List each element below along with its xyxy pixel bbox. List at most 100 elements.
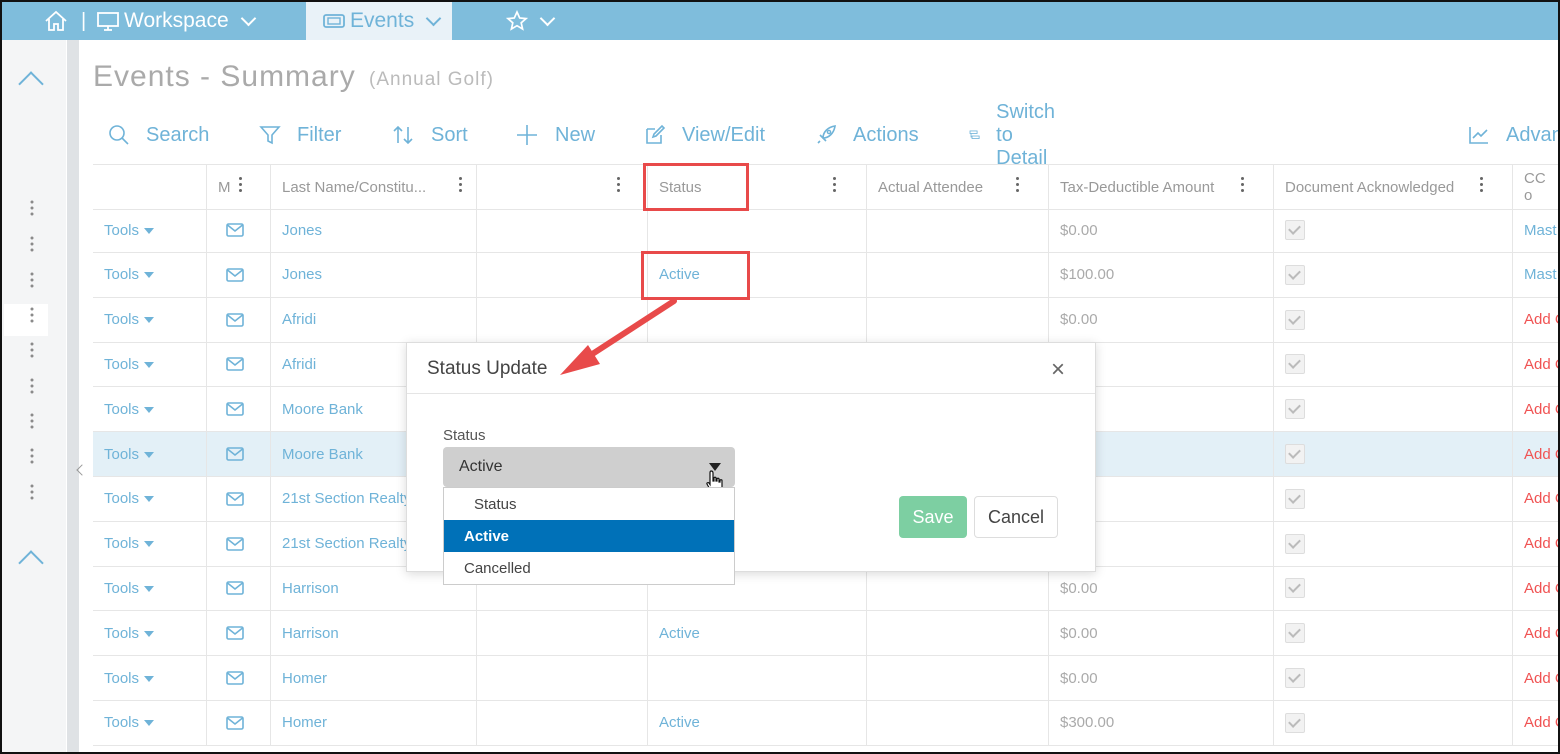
cc-cell[interactable]: Mast	[1512, 208, 1558, 252]
header-blank[interactable]	[476, 165, 647, 209]
search-button[interactable]: Search	[108, 118, 209, 152]
status-cell[interactable]: Active	[647, 611, 866, 656]
sort-button[interactable]: Sort	[391, 118, 468, 152]
column-menu-icon[interactable]	[1480, 177, 1483, 195]
tools-dropdown[interactable]: Tools	[104, 356, 154, 373]
cc-cell[interactable]: Add C	[1512, 611, 1558, 656]
table-row[interactable]: Tools Homer $0.00 Add C	[93, 656, 1558, 701]
switch-detail-button[interactable]: Switch to Detail	[969, 101, 1066, 169]
new-button[interactable]: New	[515, 118, 595, 152]
cc-cell[interactable]: Add C	[1512, 476, 1558, 521]
status-option-cancelled[interactable]: Cancelled	[444, 552, 734, 584]
checkbox-icon[interactable]	[1285, 623, 1305, 644]
cc-cell[interactable]: Mast	[1512, 252, 1558, 297]
envelope-icon[interactable]	[226, 671, 244, 685]
view-edit-button[interactable]: View/Edit	[644, 118, 765, 152]
constituent-link[interactable]: Harrison	[282, 580, 339, 597]
cc-cell[interactable]: Add C	[1512, 297, 1558, 342]
constituent-link[interactable]: Afridi	[282, 356, 316, 373]
envelope-icon[interactable]	[226, 491, 244, 506]
last-name-cell[interactable]: Afridi	[270, 297, 476, 342]
cc-cell[interactable]: Add C	[1512, 566, 1558, 611]
table-row[interactable]: Tools Homer Active $300.00 Add C	[93, 700, 1558, 746]
table-row[interactable]: Tools Jones $0.00 Mast	[93, 208, 1558, 253]
header-last-name[interactable]: Last Name/Constitu...	[270, 165, 476, 209]
tools-dropdown[interactable]: Tools	[104, 401, 154, 418]
actions-button[interactable]: Actions	[815, 118, 919, 152]
favorites-menu[interactable]	[506, 2, 556, 40]
table-row[interactable]: Tools Harrison Active $0.00 Add C	[93, 611, 1558, 657]
header-actual-attendee[interactable]: Actual Attendee	[866, 165, 1048, 209]
tools-dropdown[interactable]: Tools	[104, 670, 154, 687]
tools-dropdown[interactable]: Tools	[104, 446, 154, 463]
tools-dropdown[interactable]: Tools	[104, 714, 154, 731]
last-name-cell[interactable]: Homer	[270, 700, 476, 745]
rail-kebab-icons[interactable]	[0, 0, 60, 754]
cc-cell[interactable]: Add C	[1512, 700, 1558, 745]
table-row[interactable]: Tools Jones Active $100.00 Mast	[93, 252, 1558, 298]
column-menu-icon[interactable]	[833, 177, 836, 195]
constituent-link[interactable]: Homer	[282, 670, 327, 687]
tools-dropdown[interactable]: Tools	[104, 266, 154, 283]
cc-cell[interactable]: Add C	[1512, 521, 1558, 566]
status-select[interactable]: Active	[443, 447, 735, 494]
status-cell[interactable]	[647, 656, 866, 700]
tools-dropdown[interactable]: Tools	[104, 625, 154, 642]
column-menu-icon[interactable]	[239, 177, 242, 195]
constituent-link[interactable]: Moore Bank	[282, 401, 363, 418]
envelope-icon[interactable]	[226, 581, 244, 596]
checkbox-icon[interactable]	[1285, 712, 1305, 733]
tools-dropdown[interactable]: Tools	[104, 535, 154, 552]
tools-dropdown[interactable]: Tools	[104, 490, 154, 507]
cc-cell[interactable]: Add C	[1512, 432, 1558, 476]
envelope-icon[interactable]	[226, 312, 244, 327]
header-m[interactable]: M	[206, 165, 270, 209]
constituent-link[interactable]: Afridi	[282, 311, 316, 328]
envelope-icon[interactable]	[226, 223, 244, 237]
envelope-icon[interactable]	[226, 626, 244, 640]
last-name-cell[interactable]: Jones	[270, 208, 476, 252]
envelope-icon[interactable]	[226, 447, 244, 461]
checkbox-icon[interactable]	[1285, 309, 1305, 330]
checkbox-icon[interactable]	[1285, 399, 1305, 420]
advanced-button[interactable]: Advan	[1468, 118, 1560, 152]
cancel-button[interactable]: Cancel	[974, 496, 1058, 538]
envelope-icon[interactable]	[226, 267, 244, 282]
checkbox-icon[interactable]	[1285, 533, 1305, 554]
cc-cell[interactable]: Add C	[1512, 656, 1558, 700]
checkbox-icon[interactable]	[1285, 668, 1305, 688]
header-tax-amount[interactable]: Tax-Deductible Amount	[1048, 165, 1273, 209]
checkbox-icon[interactable]	[1285, 354, 1305, 375]
header-doc-acknowledged[interactable]: Document Acknowledged	[1273, 165, 1512, 209]
last-name-cell[interactable]: Homer	[270, 656, 476, 700]
column-menu-icon[interactable]	[459, 177, 462, 195]
cc-cell[interactable]: Add C	[1512, 342, 1558, 387]
last-name-cell[interactable]: Jones	[270, 252, 476, 297]
constituent-link[interactable]: Harrison	[282, 625, 339, 642]
last-name-cell[interactable]: Harrison	[270, 611, 476, 656]
status-cell[interactable]: Active	[647, 700, 866, 745]
tools-dropdown[interactable]: Tools	[104, 580, 154, 597]
checkbox-icon[interactable]	[1285, 264, 1305, 285]
checkbox-icon[interactable]	[1285, 444, 1305, 464]
checkbox-icon[interactable]	[1285, 578, 1305, 599]
checkbox-icon[interactable]	[1285, 488, 1305, 509]
save-button[interactable]: Save	[899, 496, 967, 538]
status-cell[interactable]	[647, 208, 866, 252]
cc-cell[interactable]: Add C	[1512, 387, 1558, 432]
envelope-icon[interactable]	[226, 357, 244, 372]
table-row[interactable]: Tools Afridi $0.00 Add C	[93, 297, 1558, 343]
checkbox-icon[interactable]	[1285, 220, 1305, 240]
header-cc[interactable]: CC o	[1512, 165, 1558, 209]
tools-dropdown[interactable]: Tools	[104, 222, 154, 239]
constituent-link[interactable]: Moore Bank	[282, 446, 363, 463]
constituent-link[interactable]: Homer	[282, 714, 327, 731]
envelope-icon[interactable]	[226, 536, 244, 551]
tools-dropdown[interactable]: Tools	[104, 311, 154, 328]
constituent-link[interactable]: 21st Section Realty	[282, 490, 411, 507]
filter-button[interactable]: Filter	[259, 118, 341, 152]
status-option-active[interactable]: Active	[444, 520, 734, 552]
column-menu-icon[interactable]	[1016, 177, 1019, 195]
envelope-icon[interactable]	[226, 402, 244, 416]
table-row[interactable]: Tools Harrison $0.00 Add C	[93, 566, 1558, 612]
